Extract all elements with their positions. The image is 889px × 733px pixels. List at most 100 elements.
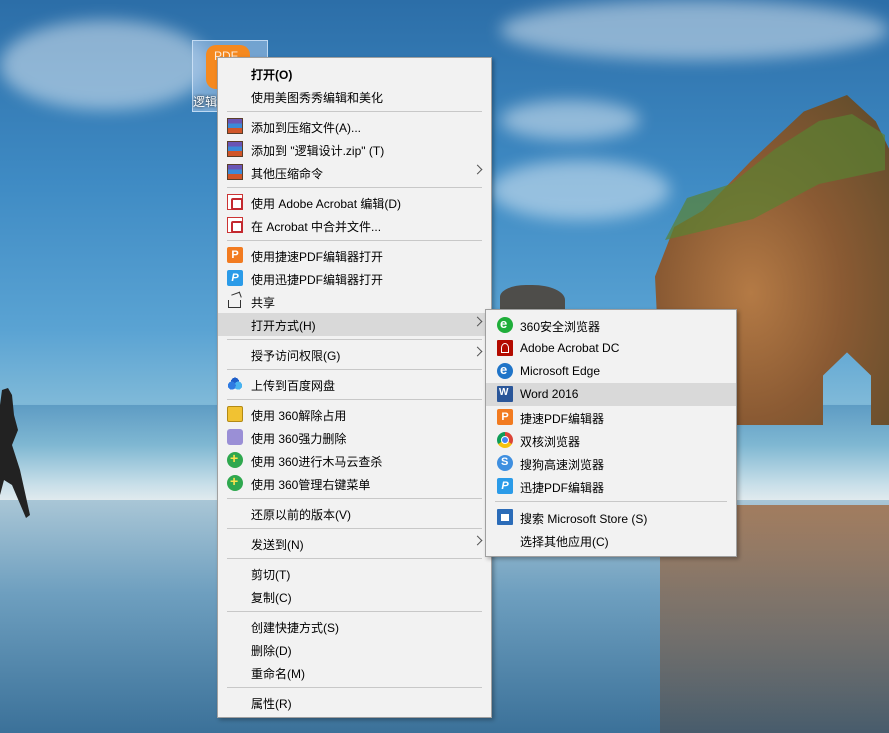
winrar-icon: [227, 141, 243, 157]
menu-item-send-to[interactable]: 发送到(N): [218, 532, 491, 555]
menu-item-360-unlock[interactable]: 使用 360解除占用: [218, 403, 491, 426]
menu-item-acrobat-edit[interactable]: 使用 Adobe Acrobat 编辑(D): [218, 191, 491, 214]
menu-item-label: 使用美图秀秀编辑和美化: [251, 91, 384, 105]
menu-item-create-shortcut[interactable]: 创建快捷方式(S): [218, 615, 491, 638]
submenu-item-label: 双核浏览器: [520, 435, 581, 449]
store-icon: [497, 509, 513, 525]
menu-item-baidu-upload[interactable]: 上传到百度网盘: [218, 373, 491, 396]
separator: [227, 111, 482, 112]
menu-item-label: 共享: [251, 296, 276, 310]
menu-item-label: 使用 Adobe Acrobat 编辑(D): [251, 197, 402, 211]
acrobat-edit-icon: [227, 194, 243, 210]
xunjie-pdf-icon: P: [497, 478, 513, 494]
menu-item-give-access[interactable]: 授予访问权限(G): [218, 343, 491, 366]
menu-item-restore-versions[interactable]: 还原以前的版本(V): [218, 502, 491, 525]
submenu-item-edge[interactable]: Microsoft Edge: [486, 360, 736, 383]
submenu-item-label: 搜狗高速浏览器: [520, 458, 605, 472]
chevron-right-icon: [472, 164, 483, 175]
submenu-item-word[interactable]: Word 2016: [486, 383, 736, 406]
menu-item-360-manage[interactable]: 使用 360管理右键菜单: [218, 472, 491, 495]
submenu-item-choose-other-app[interactable]: 选择其他应用(C): [486, 529, 736, 552]
separator: [227, 687, 482, 688]
menu-item-label: 重命名(M): [251, 667, 305, 681]
menu-item-360-delete[interactable]: 使用 360强力删除: [218, 426, 491, 449]
menu-item-label: 复制(C): [251, 591, 292, 605]
submenu-item-label: 搜索 Microsoft Store (S): [520, 512, 648, 526]
menu-item-label: 使用 360进行木马云查杀: [251, 455, 383, 469]
menu-item-label: 创建快捷方式(S): [251, 621, 339, 635]
open-with-submenu: 360安全浏览器 Adobe Acrobat DC Microsoft Edge…: [485, 309, 737, 557]
menu-item-xunjie-pdf[interactable]: P 使用迅捷PDF编辑器打开: [218, 267, 491, 290]
menu-item-open[interactable]: 打开(O): [218, 62, 491, 85]
menu-item-label: 添加到压缩文件(A)...: [251, 121, 361, 135]
submenu-item-label: 360安全浏览器: [520, 320, 601, 334]
winrar-icon: [227, 118, 243, 134]
menu-item-label: 使用 360强力删除: [251, 432, 347, 446]
360-scan-icon: [227, 450, 243, 468]
menu-item-cut[interactable]: 剪切(T): [218, 562, 491, 585]
menu-item-jiesu-pdf[interactable]: P 使用捷速PDF编辑器打开: [218, 244, 491, 267]
submenu-item-label: 捷速PDF编辑器: [520, 412, 605, 426]
submenu-item-360-browser[interactable]: 360安全浏览器: [486, 314, 736, 337]
360-manage-icon: [227, 473, 243, 491]
separator: [227, 369, 482, 370]
menu-item-label: 在 Acrobat 中合并文件...: [251, 220, 382, 234]
separator: [495, 501, 727, 502]
separator: [227, 399, 482, 400]
winrar-icon: [227, 164, 243, 180]
share-icon: [228, 300, 241, 308]
submenu-item-label: Adobe Acrobat DC: [520, 341, 620, 355]
submenu-item-xunjie-pdf[interactable]: P 迅捷PDF编辑器: [486, 475, 736, 498]
submenu-item-search-store[interactable]: 搜索 Microsoft Store (S): [486, 506, 736, 529]
menu-item-meitu-edit[interactable]: 使用美图秀秀编辑和美化: [218, 85, 491, 108]
menu-item-label: 其他压缩命令: [251, 167, 324, 181]
xunjie-pdf-icon: P: [227, 270, 243, 286]
menu-item-acrobat-combine[interactable]: 在 Acrobat 中合并文件...: [218, 214, 491, 237]
menu-item-label: 使用 360管理右键菜单: [251, 478, 371, 492]
submenu-item-sogou-browser[interactable]: 搜狗高速浏览器: [486, 452, 736, 475]
desktop-icon-label: 逻辑: [193, 95, 218, 109]
360-unlock-icon: [227, 406, 243, 422]
submenu-item-label: 迅捷PDF编辑器: [520, 481, 605, 495]
chrome-icon: [497, 432, 513, 448]
menu-item-other-compress[interactable]: 其他压缩命令: [218, 161, 491, 184]
menu-item-label: 打开方式(H): [251, 319, 316, 333]
menu-item-label: 发送到(N): [251, 538, 304, 552]
submenu-item-jiesu-pdf[interactable]: P 捷速PDF编辑器: [486, 406, 736, 429]
chevron-right-icon: [472, 535, 483, 546]
menu-item-share[interactable]: 共享: [218, 290, 491, 313]
menu-item-label: 使用 360解除占用: [251, 409, 347, 423]
menu-item-delete[interactable]: 删除(D): [218, 638, 491, 661]
menu-item-properties[interactable]: 属性(R): [218, 691, 491, 714]
menu-item-label: 上传到百度网盘: [251, 379, 336, 393]
menu-item-360-scan[interactable]: 使用 360进行木马云查杀: [218, 449, 491, 472]
submenu-item-label: Microsoft Edge: [520, 364, 601, 378]
separator: [227, 558, 482, 559]
menu-item-rename[interactable]: 重命名(M): [218, 661, 491, 684]
sogou-icon: [497, 455, 513, 471]
separator: [227, 187, 482, 188]
360-browser-icon: [497, 316, 513, 333]
separator: [227, 528, 482, 529]
menu-item-label: 属性(R): [251, 697, 292, 711]
acrobat-combine-icon: [227, 217, 243, 233]
menu-item-add-to-archive[interactable]: 添加到压缩文件(A)...: [218, 115, 491, 138]
menu-item-label: 打开(O): [251, 68, 293, 82]
menu-item-copy[interactable]: 复制(C): [218, 585, 491, 608]
baidu-netdisk-icon: [227, 376, 243, 392]
separator: [227, 240, 482, 241]
acrobat-dc-icon: [497, 340, 513, 356]
menu-item-label: 剪切(T): [251, 568, 291, 582]
word-icon: [497, 386, 513, 402]
submenu-item-acrobat-dc[interactable]: Adobe Acrobat DC: [486, 337, 736, 360]
submenu-item-dual-core-browser[interactable]: 双核浏览器: [486, 429, 736, 452]
menu-item-label: 还原以前的版本(V): [251, 508, 351, 522]
context-menu: 打开(O) 使用美图秀秀编辑和美化 添加到压缩文件(A)... 添加到 "逻辑设…: [217, 57, 492, 718]
menu-item-label: 删除(D): [251, 644, 292, 658]
submenu-item-label: Word 2016: [520, 387, 579, 401]
menu-item-open-with[interactable]: 打开方式(H): [218, 313, 491, 336]
menu-item-label: 添加到 "逻辑设计.zip" (T): [251, 144, 385, 158]
submenu-item-label: 选择其他应用(C): [520, 535, 609, 549]
menu-item-label: 使用捷速PDF编辑器打开: [251, 250, 384, 264]
menu-item-add-to-zip[interactable]: 添加到 "逻辑设计.zip" (T): [218, 138, 491, 161]
